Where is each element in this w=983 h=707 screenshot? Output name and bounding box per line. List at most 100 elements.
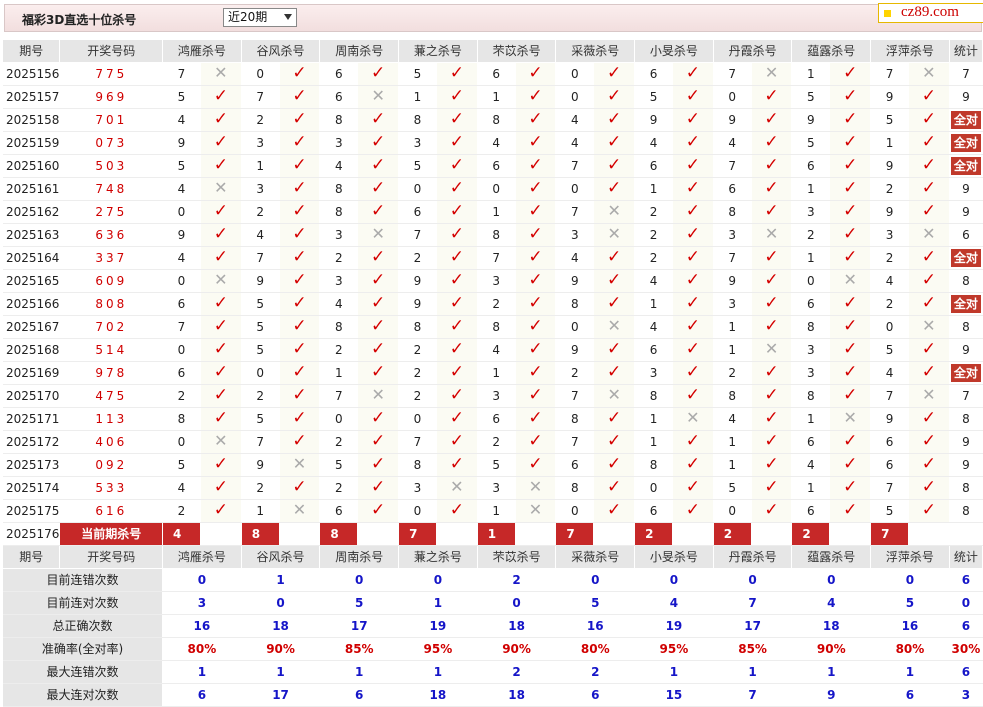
kill-number-cell: 9 xyxy=(162,131,201,155)
result-mark-cell: ✓ xyxy=(829,430,872,454)
check-icon: ✓ xyxy=(528,453,543,474)
kill-number-cell: 9 xyxy=(398,292,437,316)
check-icon: ✓ xyxy=(921,269,936,290)
kill-number-cell: 7 xyxy=(162,62,201,86)
check-icon: ✓ xyxy=(213,292,228,313)
kill-number-cell: 6 xyxy=(791,499,831,523)
all-correct-badge: 全对 xyxy=(950,248,981,267)
result-mark-cell: ✕ xyxy=(357,85,400,109)
period-select[interactable]: 近20期 xyxy=(223,8,297,27)
kill-number-cell: 8 xyxy=(791,315,831,339)
kill-number-cell: 2 xyxy=(398,246,437,270)
result-mark-cell: ✓ xyxy=(593,246,636,270)
result-mark-cell: ✓ xyxy=(279,384,321,408)
check-icon: ✓ xyxy=(843,315,858,336)
cross-icon: ✕ xyxy=(607,315,621,335)
kill-number-cell: 4 xyxy=(162,476,201,500)
summary-value: 1 xyxy=(791,660,872,684)
summary-value: 0 xyxy=(241,591,321,615)
current-blank-cell xyxy=(829,522,872,546)
result-mark-cell: ✓ xyxy=(672,269,714,293)
result-mark-cell: ✓ xyxy=(279,154,321,178)
check-icon: ✓ xyxy=(528,108,543,129)
kill-number-table: 期号 开奖号码 鸿雁杀号 谷风杀号 周南杀号 蒹之杀号 芣苡杀号 采薇杀号 小旻杀号 丹霞杀号 蕴露… xyxy=(3,40,983,707)
result-mark-cell: ✓ xyxy=(357,407,400,431)
table-row: 2025170 475 2 ✓ 2 ✓ 7 ✕ 2 ✓ 3 ✓ 7 ✕ 8 ✓ 8 ✓ 8 ✓ 7 ✕ 7 xyxy=(3,384,983,408)
result-mark-cell: ✓ xyxy=(593,453,636,477)
table-row: 2025167 702 7 ✓ 5 ✓ 8 ✓ 8 ✓ 8 ✓ 0 ✕ 4 ✓ 1 ✓ 8 ✓ 0 ✕ 8 xyxy=(3,315,983,339)
period-select-value: 近20期 xyxy=(228,10,268,24)
site-logo[interactable]: cz89.com xyxy=(878,3,983,23)
stat-cell: 全对 xyxy=(949,154,983,178)
result-mark-cell: ✓ xyxy=(436,361,478,385)
stat-cell: 6 xyxy=(949,223,983,247)
check-icon: ✓ xyxy=(449,384,464,405)
period-cell: 2025167 xyxy=(3,315,61,339)
kill-number-cell: 2 xyxy=(241,384,280,408)
result-mark-cell: ✓ xyxy=(751,453,793,477)
check-icon: ✓ xyxy=(921,200,936,221)
kill-number-cell: 7 xyxy=(241,246,280,270)
header-expert: 采薇杀号 xyxy=(555,40,636,63)
all-correct-badge: 全对 xyxy=(950,156,981,175)
period-cell: 2025175 xyxy=(3,499,61,523)
result-mark-cell: ✕ xyxy=(357,384,400,408)
result-mark-cell: ✓ xyxy=(279,430,321,454)
check-icon: ✓ xyxy=(213,476,228,497)
summary-value: 1 xyxy=(713,660,793,684)
result-mark-cell: ✕ xyxy=(829,269,872,293)
result-mark-cell: ✕ xyxy=(908,384,950,408)
table-row: 2025160 503 5 ✓ 1 ✓ 4 ✓ 5 ✓ 6 ✓ 7 ✓ 6 ✓ 7 ✓ 6 ✓ 9 ✓ 全对 xyxy=(3,154,983,178)
summary-row: 目前连错次数 0 1 0 0 2 0 0 0 0 0 6 xyxy=(3,568,983,592)
result-mark-cell: ✓ xyxy=(279,269,321,293)
current-kill-number: 1 xyxy=(477,522,516,546)
draw-number-cell: 609 xyxy=(59,269,164,293)
kill-number-cell: 3 xyxy=(319,223,359,247)
result-mark-cell: ✓ xyxy=(593,430,636,454)
summary-value: 2 xyxy=(555,660,636,684)
kill-number-cell: 3 xyxy=(791,338,831,362)
header-expert: 丹霞杀号 xyxy=(713,40,793,63)
header-period: 期号 xyxy=(3,545,61,569)
check-icon: ✓ xyxy=(685,361,700,382)
result-mark-cell: ✓ xyxy=(436,292,478,316)
kill-number-cell: 9 xyxy=(634,108,673,132)
kill-number-cell: 6 xyxy=(162,361,201,385)
summary-value: 95% xyxy=(398,637,478,661)
check-icon: ✓ xyxy=(292,154,307,175)
kill-number-cell: 7 xyxy=(870,476,909,500)
check-icon: ✓ xyxy=(528,223,543,244)
result-mark-cell: ✓ xyxy=(515,131,557,155)
summary-value: 80% xyxy=(555,637,636,661)
check-icon: ✓ xyxy=(528,338,543,359)
check-icon: ✓ xyxy=(528,246,543,267)
header-expert: 周南杀号 xyxy=(319,40,400,63)
check-icon: ✓ xyxy=(528,200,543,221)
kill-number-cell: 1 xyxy=(477,200,516,224)
result-mark-cell: ✓ xyxy=(672,384,714,408)
kill-number-cell: 2 xyxy=(319,246,359,270)
result-mark-cell: ✕ xyxy=(200,62,242,86)
kill-number-cell: 4 xyxy=(555,131,595,155)
kill-number-cell: 9 xyxy=(713,269,752,293)
check-icon: ✓ xyxy=(921,85,936,106)
summary-value: 5 xyxy=(870,591,950,615)
header-expert: 蒹之杀号 xyxy=(398,40,478,63)
table-header: 期号 开奖号码 鸿雁杀号 谷风杀号 周南杀号 蒹之杀号 芣苡杀号 采薇杀号 小旻杀号 丹霞杀号 蕴露… xyxy=(3,40,983,63)
period-cell: 2025173 xyxy=(3,453,61,477)
result-mark-cell: ✓ xyxy=(593,177,636,201)
result-mark-cell: ✓ xyxy=(829,384,872,408)
result-mark-cell: ✓ xyxy=(751,200,793,224)
result-mark-cell: ✓ xyxy=(357,292,400,316)
kill-number-cell: 0 xyxy=(162,338,201,362)
check-icon: ✓ xyxy=(607,361,622,382)
result-mark-cell: ✓ xyxy=(200,361,242,385)
kill-number-cell: 1 xyxy=(398,85,437,109)
result-mark-cell: ✓ xyxy=(515,154,557,178)
result-mark-cell: ✕ xyxy=(593,223,636,247)
kill-number-cell: 7 xyxy=(398,430,437,454)
result-mark-cell: ✓ xyxy=(279,407,321,431)
check-icon: ✓ xyxy=(843,85,858,106)
summary-value: 90% xyxy=(791,637,872,661)
kill-number-cell: 2 xyxy=(870,246,909,270)
